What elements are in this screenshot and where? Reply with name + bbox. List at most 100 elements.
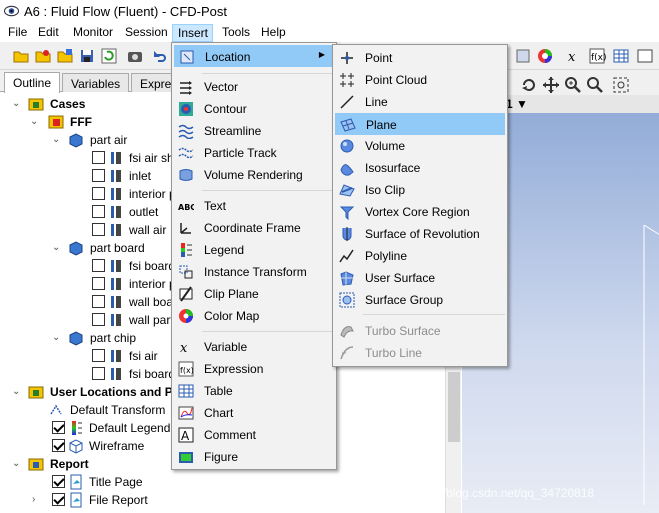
- location-line-item[interactable]: Line: [335, 91, 505, 113]
- refresh-icon[interactable]: [100, 47, 118, 65]
- visibility-checkbox[interactable]: [92, 223, 105, 236]
- insert-streamline-item[interactable]: Streamline: [174, 120, 334, 142]
- open-state-icon[interactable]: [34, 47, 52, 65]
- color-wheel-icon[interactable]: [536, 47, 554, 65]
- menu-item-label: Contour: [204, 102, 247, 116]
- collapse-chevron-icon[interactable]: ⌄: [12, 99, 22, 109]
- region-label: fsi air sh: [129, 151, 174, 165]
- location-user-surface-item[interactable]: User Surface: [335, 267, 505, 289]
- scrollbar-thumb[interactable]: [448, 372, 460, 442]
- tab-outline[interactable]: Outline: [4, 72, 61, 93]
- insert-color-map-item[interactable]: Color Map: [174, 305, 334, 327]
- insert-chart-item[interactable]: Chart: [174, 402, 334, 424]
- fit-view-icon[interactable]: [612, 76, 630, 94]
- location-vortex-core-region-item[interactable]: Vortex Core Region: [335, 201, 505, 223]
- insert-coordinate-frame-item[interactable]: Coordinate Frame: [174, 217, 334, 239]
- visibility-checkbox[interactable]: [52, 421, 65, 434]
- location-surface-group-item[interactable]: Surface Group: [335, 289, 505, 311]
- save-icon[interactable]: [78, 47, 96, 65]
- location-point-cloud-item[interactable]: Point Cloud: [335, 69, 505, 91]
- visibility-checkbox[interactable]: [92, 313, 105, 326]
- insert-figure-item[interactable]: Figure: [174, 446, 334, 468]
- visibility-checkbox[interactable]: [92, 259, 105, 272]
- visibility-checkbox[interactable]: [92, 295, 105, 308]
- insert-particle-track-item[interactable]: Particle Track: [174, 142, 334, 164]
- collapse-chevron-icon[interactable]: ⌄: [52, 333, 62, 343]
- boundary-icon: [108, 348, 124, 364]
- boundary-icon: [108, 150, 124, 166]
- location-point-item[interactable]: Point: [335, 47, 505, 69]
- visibility-checkbox[interactable]: [92, 151, 105, 164]
- visibility-checkbox[interactable]: [92, 277, 105, 290]
- menu-item-label: Line: [365, 95, 388, 109]
- zoom-icon[interactable]: [564, 76, 582, 94]
- location-volume-item[interactable]: Volume: [335, 135, 505, 157]
- svg-text:f(x): f(x): [591, 53, 606, 63]
- table-icon[interactable]: [612, 47, 630, 65]
- menu-file[interactable]: File: [8, 25, 27, 39]
- menu-edit[interactable]: Edit: [38, 25, 59, 39]
- menu-item-label: Text: [204, 199, 227, 213]
- collapse-chevron-icon[interactable]: ⌄: [52, 135, 62, 145]
- insert-vector-icon[interactable]: [514, 47, 532, 65]
- menu-help[interactable]: Help: [261, 25, 286, 39]
- insert-variable-item[interactable]: x Variable: [174, 336, 334, 358]
- camera-icon[interactable]: [126, 47, 144, 65]
- region-label: wall part: [129, 313, 174, 327]
- rotate-icon[interactable]: [520, 76, 538, 94]
- save-state-icon[interactable]: [56, 47, 74, 65]
- menu-monitor[interactable]: Monitor: [73, 25, 113, 39]
- vortex-core-icon: [339, 204, 355, 221]
- insert-text-item[interactable]: ABC Text: [174, 195, 334, 217]
- insert-clip-plane-item[interactable]: Clip Plane: [174, 283, 334, 305]
- insert-instance-transform-item[interactable]: Instance Transform: [174, 261, 334, 283]
- collapse-chevron-icon[interactable]: ⌄: [52, 243, 62, 253]
- chart-icon[interactable]: [636, 47, 654, 65]
- visibility-checkbox[interactable]: [92, 205, 105, 218]
- expand-chevron-icon[interactable]: ›: [32, 495, 42, 505]
- collapse-chevron-icon[interactable]: ⌄: [12, 387, 22, 397]
- insert-vector-item[interactable]: Vector: [174, 76, 334, 98]
- window-title: A6 : Fluid Flow (Fluent) - CFD-Post: [24, 4, 227, 19]
- menu-session[interactable]: Session: [125, 25, 168, 39]
- insert-contour-item[interactable]: Contour: [174, 98, 334, 120]
- collapse-chevron-icon[interactable]: ⌄: [30, 117, 40, 127]
- title-bar: A6 : Fluid Flow (Fluent) - CFD-Post: [0, 0, 659, 23]
- insert-volume-rendering-item[interactable]: Volume Rendering: [174, 164, 334, 186]
- tab-variables[interactable]: Variables: [62, 73, 130, 92]
- expression-icon[interactable]: f(x): [588, 47, 607, 65]
- insert-table-item[interactable]: Table: [174, 380, 334, 402]
- boundary-icon: [108, 258, 124, 274]
- insert-location-item[interactable]: Location ▶: [174, 45, 334, 67]
- insert-legend-item[interactable]: Legend: [174, 239, 334, 261]
- tree-node-file-report[interactable]: › File Report: [0, 491, 460, 509]
- visibility-checkbox[interactable]: [92, 367, 105, 380]
- location-iso-clip-item[interactable]: Iso Clip: [335, 179, 505, 201]
- menu-item-label: Particle Track: [204, 146, 277, 160]
- zoom-box-icon[interactable]: [586, 76, 604, 94]
- menu-tools[interactable]: Tools: [222, 25, 250, 39]
- menu-separator: [202, 190, 334, 191]
- insert-expression-item[interactable]: f(x) Expression: [174, 358, 334, 380]
- pan-icon[interactable]: [542, 76, 560, 94]
- location-polyline-item[interactable]: Polyline: [335, 245, 505, 267]
- visibility-checkbox[interactable]: [92, 169, 105, 182]
- include-checkbox[interactable]: [52, 475, 65, 488]
- geometry-outline: [643, 225, 659, 505]
- open-folder-icon[interactable]: [12, 47, 30, 65]
- tree-node-title-page[interactable]: Title Page: [0, 473, 460, 491]
- undo-icon[interactable]: [150, 47, 168, 65]
- variable-icon[interactable]: x: [566, 47, 584, 65]
- visibility-checkbox[interactable]: [92, 349, 105, 362]
- location-plane-item[interactable]: Plane: [335, 113, 505, 135]
- location-isosurface-item[interactable]: Isosurface: [335, 157, 505, 179]
- collapse-chevron-icon[interactable]: ⌄: [12, 459, 22, 469]
- visibility-checkbox[interactable]: [52, 439, 65, 452]
- svg-text:f(x): f(x): [180, 366, 194, 375]
- include-checkbox[interactable]: [52, 493, 65, 506]
- menu-insert[interactable]: Insert: [172, 24, 213, 42]
- viewport-number[interactable]: 1 ▼: [506, 97, 528, 111]
- visibility-checkbox[interactable]: [92, 187, 105, 200]
- insert-comment-item[interactable]: A Comment: [174, 424, 334, 446]
- location-surface-of-revolution-item[interactable]: Surface of Revolution: [335, 223, 505, 245]
